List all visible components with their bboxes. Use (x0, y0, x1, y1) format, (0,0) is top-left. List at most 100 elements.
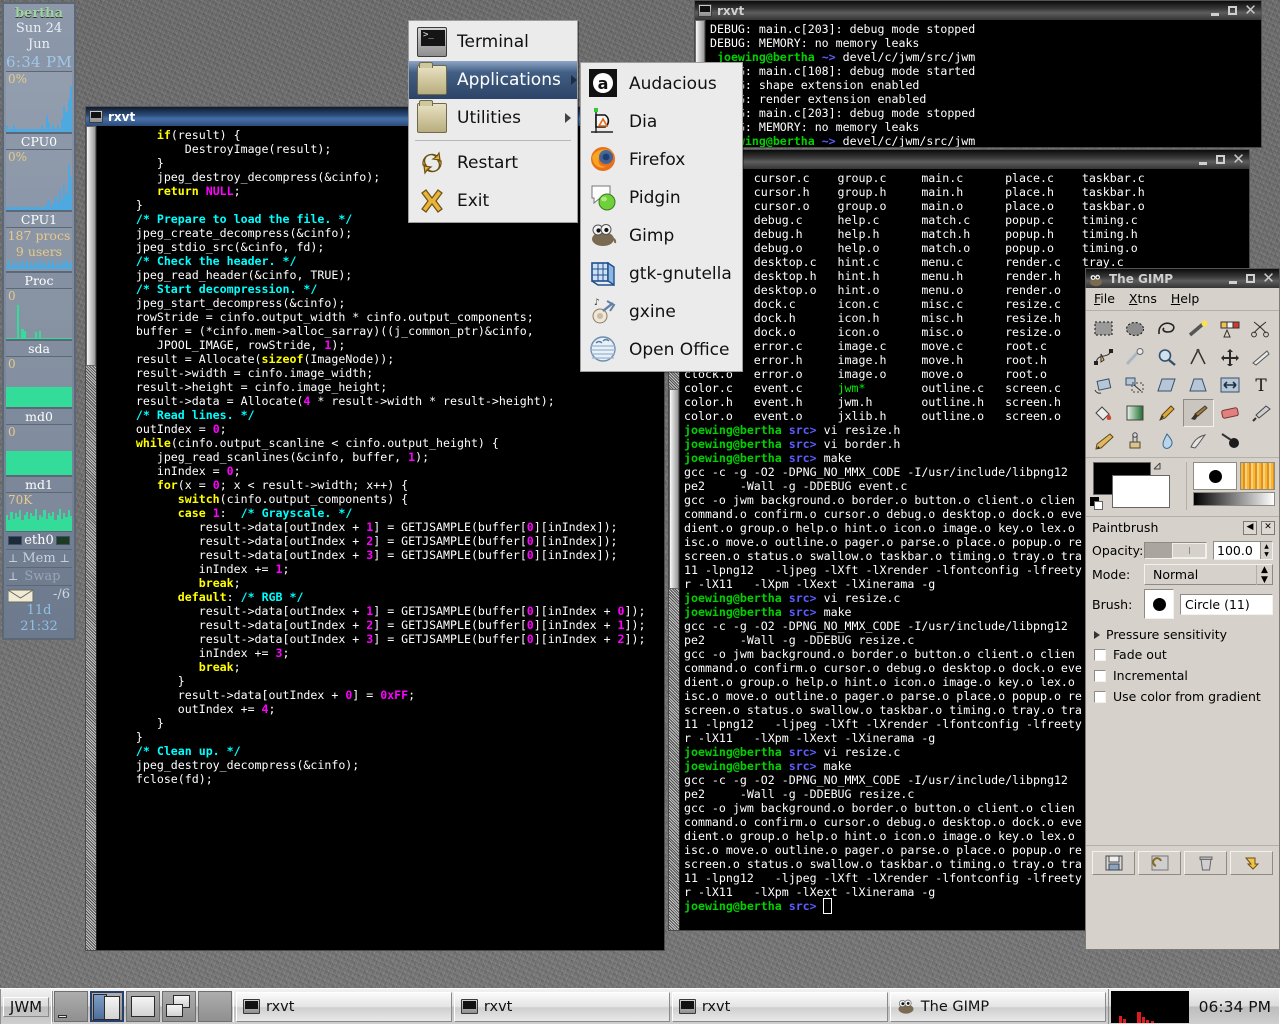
perspective-icon[interactable] (1183, 371, 1215, 399)
close-button[interactable]: ✕ (1260, 271, 1277, 287)
menu-item-restart[interactable]: Restart (409, 144, 577, 182)
dock-close-icon[interactable]: ✕ (1261, 521, 1275, 535)
incremental-checkbox[interactable] (1094, 670, 1106, 682)
incremental-checkbox-row[interactable]: Incremental (1086, 665, 1279, 686)
opacity-slider[interactable] (1144, 542, 1207, 559)
default-colors-icon[interactable] (1090, 497, 1104, 511)
bucket-fill-icon[interactable] (1088, 399, 1120, 427)
maximize-button[interactable] (1212, 152, 1229, 168)
menu-item-gimp[interactable]: Gimp (581, 217, 742, 255)
task-button[interactable]: rxvt (672, 992, 888, 1022)
titlebar-rxvt-debug[interactable]: rxvt ✕ (694, 0, 1262, 20)
menu-file[interactable]: File (1094, 291, 1115, 306)
fade-out-checkbox-row[interactable]: Fade out (1086, 644, 1279, 665)
crop-icon[interactable] (1246, 343, 1278, 371)
active-brush-pattern-gradient[interactable] (1186, 462, 1275, 510)
eraser-icon[interactable] (1214, 399, 1246, 427)
smudge-icon[interactable] (1183, 427, 1215, 455)
menu-item-pidgin[interactable]: Pidgin (581, 179, 742, 217)
zoom-icon[interactable] (1151, 343, 1183, 371)
minimize-button[interactable] (1206, 3, 1223, 19)
use-color-from-gradient-checkbox[interactable] (1094, 691, 1106, 703)
pager[interactable] (52, 991, 234, 1022)
pager-desktop-2[interactable] (90, 991, 124, 1022)
mail-row[interactable]: -/6 (6, 585, 72, 603)
close-button[interactable]: ✕ (1230, 152, 1247, 168)
spinner-arrows-icon[interactable]: ▲▼ (1260, 542, 1272, 559)
active-brush-icon[interactable] (1193, 462, 1237, 490)
titlebar-gimp[interactable]: The GIMP ✕ (1085, 268, 1280, 288)
root-menu-button[interactable]: JWM (3, 997, 49, 1017)
ellipse-select-icon[interactable] (1120, 315, 1152, 343)
dock-menu-icon[interactable]: ◀ (1243, 521, 1257, 535)
brush-preview-button[interactable] (1144, 589, 1174, 619)
shear-icon[interactable] (1151, 371, 1183, 399)
window-rxvt-editor[interactable]: rxvt if(result) { DestroyImage(result); … (85, 106, 665, 951)
minimize-button[interactable] (1194, 152, 1211, 168)
select-by-color-icon[interactable] (1214, 315, 1246, 343)
dodge-burn-icon[interactable] (1214, 427, 1246, 455)
pencil-icon[interactable] (1151, 399, 1183, 427)
applications-submenu[interactable]: a Audacious Dia Firefox Pidgin Gimp gtk-… (580, 62, 743, 372)
clone-icon[interactable] (1120, 427, 1152, 455)
pager-desktop-1[interactable] (54, 991, 88, 1022)
menu-item-firefox[interactable]: Firefox (581, 141, 742, 179)
save-options-icon[interactable] (1092, 851, 1135, 875)
terminal-scrollbar[interactable] (86, 126, 97, 950)
measure-icon[interactable] (1183, 343, 1215, 371)
reset-options-icon[interactable] (1230, 851, 1273, 875)
move-icon[interactable] (1214, 343, 1246, 371)
maximize-button[interactable] (1224, 3, 1241, 19)
foreground-background-colors[interactable] (1090, 462, 1182, 510)
ink-icon[interactable] (1088, 427, 1120, 455)
rect-select-icon[interactable] (1088, 315, 1120, 343)
task-button[interactable]: rxvt (454, 992, 670, 1022)
scale-icon[interactable] (1120, 371, 1152, 399)
titlebar-rxvt-editor[interactable]: rxvt (85, 106, 665, 126)
fade-out-checkbox[interactable] (1094, 649, 1106, 661)
free-select-icon[interactable] (1151, 315, 1183, 343)
active-gradient-icon[interactable] (1193, 492, 1275, 506)
pager-desktop-5[interactable] (198, 991, 232, 1022)
menu-item-gtk-gnutella[interactable]: gtk-gnutella (581, 255, 742, 293)
menu-help[interactable]: Help (1171, 291, 1200, 306)
active-pattern-icon[interactable] (1240, 462, 1275, 490)
minimize-button[interactable] (1224, 271, 1241, 287)
delete-options-icon[interactable] (1184, 851, 1227, 875)
opacity-value[interactable]: 100.0 ▲▼ (1213, 541, 1273, 560)
menu-item-utilities[interactable]: Utilities (409, 99, 577, 137)
menu-item-open-office[interactable]: Open Office (581, 331, 742, 369)
menu-item-dia[interactable]: Dia (581, 103, 742, 141)
blur-sharpen-icon[interactable] (1151, 427, 1183, 455)
maximize-button[interactable] (1242, 271, 1259, 287)
titlebar-rxvt-build[interactable]: rxvt ✕ (668, 149, 1250, 169)
paintbrush-icon[interactable] (1183, 399, 1215, 427)
flip-icon[interactable] (1214, 371, 1246, 399)
swap-colors-icon[interactable] (1152, 460, 1164, 472)
window-rxvt-debug[interactable]: rxvt ✕ DEBUG: main.c[203]: debug mode st… (694, 0, 1262, 148)
menu-item-applications[interactable]: Applications (409, 61, 577, 99)
restore-options-icon[interactable] (1138, 851, 1181, 875)
rotate-icon[interactable] (1088, 371, 1120, 399)
menu-item-audacious[interactable]: a Audacious (581, 65, 742, 103)
menu-item-terminal[interactable]: Terminal (409, 23, 577, 61)
pager-desktop-4[interactable] (162, 991, 196, 1022)
menu-xtns[interactable]: Xtns (1129, 291, 1157, 306)
menu-item-gxine[interactable]: ♪ gxine (581, 293, 742, 331)
close-button[interactable]: ✕ (1242, 3, 1259, 19)
task-button[interactable]: The GIMP (890, 992, 1106, 1022)
pager-desktop-3[interactable] (126, 991, 160, 1022)
gradient-icon[interactable] (1120, 399, 1152, 427)
menu-item-exit[interactable]: Exit (409, 182, 577, 220)
taskbar[interactable]: JWM rxvt rxvt rxvt (0, 988, 1280, 1024)
pressure-sensitivity-expander[interactable]: Pressure sensitivity (1086, 621, 1279, 644)
task-button[interactable]: rxvt (236, 992, 452, 1022)
paths-icon[interactable] (1088, 343, 1120, 371)
system-monitor[interactable]: bertha Sun 24 Jun 6:34 PM 0% CPU0 0% CPU… (2, 2, 76, 640)
airbrush-icon[interactable] (1246, 399, 1278, 427)
scissors-select-icon[interactable] (1246, 315, 1278, 343)
text-icon[interactable]: T (1246, 371, 1278, 399)
window-gimp[interactable]: The GIMP ✕ File Xtns Help (1085, 268, 1280, 950)
root-menu[interactable]: Terminal Applications Utilities Restart … (408, 20, 578, 223)
gradient-checkbox-row[interactable]: Use color from gradient (1086, 686, 1279, 707)
